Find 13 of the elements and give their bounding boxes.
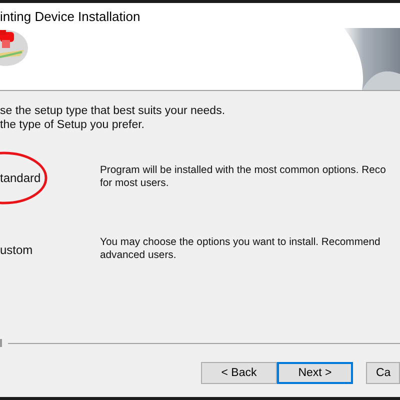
dialog-button[interactable]: Ca — [366, 362, 400, 384]
option-description: Program will be installed with the most common options. Reco — [100, 165, 387, 176]
option-description: for most users. — [100, 178, 170, 189]
dialog-button[interactable]: < Back — [201, 362, 277, 384]
printer-logo-icon — [0, 28, 28, 68]
page-curl-icon — [344, 28, 400, 90]
setup-type-label[interactable]: ustom — [0, 243, 33, 257]
option-description: advanced users. — [100, 250, 178, 261]
dialog-button[interactable]: Next > — [277, 362, 353, 384]
window-title: inting Device Installation — [0, 9, 140, 24]
option-description: You may choose the options you want to install. Recommend — [100, 237, 382, 248]
instruction-text: se the setup type that best suits your needs. — [0, 105, 226, 117]
instruction-text: the type of Setup you prefer. — [0, 119, 146, 131]
